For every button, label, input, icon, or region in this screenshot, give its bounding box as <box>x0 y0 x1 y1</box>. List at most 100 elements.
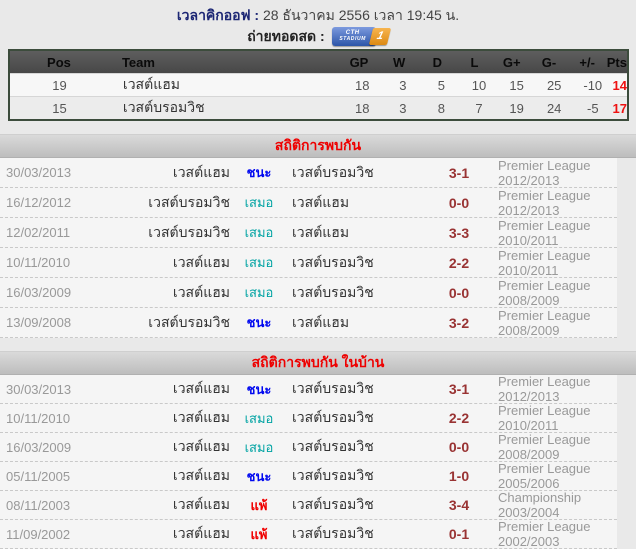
match-row: 16/03/2009 เวสต์แฮม เสมอ เวสต์บรอมวิช 0-… <box>0 278 617 308</box>
match-home-team: เวสต์แฮม <box>172 163 230 180</box>
match-result-word: แพ้ <box>250 497 268 513</box>
section-title: สถิติการพบกัน ในบ้าน <box>251 354 385 370</box>
match-home-team: เวสต์บรอมวิช <box>148 313 230 330</box>
match-away-team: เวสต์บรอมวิช <box>292 496 374 512</box>
standings-goals-for: 19 <box>509 100 524 116</box>
sections-container: สถิติการพบกัน 30/03/2013 เวสต์แฮม ชนะ เว… <box>0 134 636 549</box>
standings-row: 15 เวสต์บรอมวิช 18 3 8 7 19 24 -5 17 <box>10 96 627 119</box>
match-away-team: เวสต์บรอมวิช <box>292 409 374 425</box>
standings-body: 19 เวสต์แฮม 18 3 5 10 15 25 -10 14 15 เว… <box>10 73 627 119</box>
standings-wins: 3 <box>399 77 407 93</box>
match-date: 10/11/2010 <box>6 410 71 426</box>
match-home-team: เวสต์แฮม <box>172 380 230 396</box>
match-date: 13/09/2008 <box>6 315 72 330</box>
match-row: 13/09/2008 เวสต์บรอมวิช ชนะ เวสต์แฮม 3-2… <box>0 308 617 338</box>
standings-team-name: เวสต์บรอมวิช <box>122 99 205 115</box>
standings-losses: 10 <box>471 77 487 93</box>
match-date: 30/03/2013 <box>6 381 72 397</box>
match-row: 05/11/2005 เวสต์แฮม ชนะ เวสต์บรอมวิช 1-0… <box>0 461 617 491</box>
standings-gp: 18 <box>355 77 370 93</box>
standings-goal-diff: -10 <box>583 77 603 93</box>
match-info-header: เวลาคิกออฟ : 28 ธันวาคม 2556 เวลา 19:45 … <box>0 0 636 47</box>
match-home-team: เวสต์แฮม <box>172 253 230 270</box>
match-away-team: เวสต์บรอมวิช <box>292 253 374 270</box>
match-row: 10/11/2010 เวสต์แฮม เสมอ เวสต์บรอมวิช 2-… <box>0 403 617 433</box>
match-date: 16/03/2009 <box>6 285 72 300</box>
match-home-team: เวสต์แฮม <box>172 438 230 454</box>
standings-goals-against: 24 <box>546 100 562 116</box>
kickoff-datetime: 28 ธันวาคม 2556 เวลา 19:45 น. <box>262 7 460 23</box>
match-row: 30/03/2013 เวสต์แฮม ชนะ เวสต์บรอมวิช 3-1… <box>0 158 617 188</box>
match-league: Premier League 2012/2013 <box>498 374 591 404</box>
standings-col-header: W <box>392 54 406 70</box>
match-away-team: เวสต์แฮม <box>292 193 350 210</box>
standings-goal-diff: -5 <box>586 100 599 116</box>
standings-gp: 18 <box>355 100 370 116</box>
match-league: Premier League 2010/2011 <box>498 403 591 433</box>
match-away-team: เวสต์บรอมวิช <box>292 438 374 454</box>
match-score: 1-0 <box>448 468 470 484</box>
standings-team-name: เวสต์แฮม <box>122 76 180 92</box>
match-row: 16/03/2009 เวสต์แฮม เสมอ เวสต์บรอมวิช 0-… <box>0 432 617 462</box>
match-row: 11/09/2002 เวสต์แฮม แพ้ เวสต์บรอมวิช 0-1… <box>0 519 617 549</box>
match-away-team: เวสต์แฮม <box>292 313 350 330</box>
standings-draws: 8 <box>437 100 446 116</box>
match-date: 11/09/2002 <box>6 526 71 542</box>
match-away-team: เวสต์บรอมวิช <box>292 525 374 541</box>
match-league: Premier League 2005/2006 <box>498 461 591 491</box>
broadcast-line: ถ่ายทอดสด : CTH STADIUM 1 <box>0 25 636 47</box>
match-list: 30/03/2013 เวสต์แฮม ชนะ เวสต์บรอมวิช 3-1… <box>0 374 617 549</box>
match-away-team: เวสต์บรอมวิช <box>292 467 374 483</box>
match-result-word: ชนะ <box>246 315 272 330</box>
standings-col-header: L <box>470 54 479 70</box>
match-date: 30/03/2013 <box>6 165 72 180</box>
match-league: Premier League 2010/2011 <box>498 217 591 248</box>
section-header-band: สถิติการพบกัน <box>0 134 636 158</box>
section-header-band: สถิติการพบกัน ในบ้าน <box>0 351 636 375</box>
match-date: 08/11/2003 <box>6 497 71 513</box>
match-result-word: เสมอ <box>244 225 274 240</box>
standings-col-header: Team <box>121 54 155 70</box>
match-result-word: เสมอ <box>244 195 274 210</box>
standings-losses: 7 <box>475 100 483 116</box>
match-score: 3-2 <box>448 314 470 331</box>
match-league: Premier League 2008/2009 <box>498 432 591 462</box>
match-score: 3-1 <box>448 164 470 181</box>
standings-header-row: Pos Team GP W D L G+ G- +/- Pts <box>10 51 627 73</box>
match-date: 12/02/2011 <box>6 225 71 240</box>
match-result-word: เสมอ <box>244 410 274 426</box>
match-score: 0-0 <box>448 194 470 211</box>
standings-row: 19 เวสต์แฮม 18 3 5 10 15 25 -10 14 <box>10 73 627 96</box>
match-score: 3-3 <box>448 224 470 241</box>
match-date: 16/03/2009 <box>6 439 72 455</box>
match-date: 10/11/2010 <box>6 255 71 270</box>
standings-points: 17 <box>612 100 628 116</box>
match-list: 30/03/2013 เวสต์แฮม ชนะ เวสต์บรอมวิช 3-1… <box>0 158 617 338</box>
standings-pos: 15 <box>52 100 67 116</box>
match-home-team: เวสต์แฮม <box>172 496 230 512</box>
match-row: 08/11/2003 เวสต์แฮม แพ้ เวสต์บรอมวิช 3-4… <box>0 490 617 520</box>
standings-col-header: Pts <box>606 54 627 70</box>
match-result-word: เสมอ <box>244 285 274 300</box>
standings-col-header: G- <box>541 54 557 70</box>
match-away-team: เวสต์แฮม <box>292 223 350 240</box>
standings-goals-against: 25 <box>546 77 562 93</box>
standings-goals-for: 15 <box>509 77 524 93</box>
match-result-word: เสมอ <box>244 439 274 455</box>
match-result-word: เสมอ <box>244 255 274 270</box>
match-result-word: ชนะ <box>246 381 272 397</box>
standings-pos: 19 <box>52 77 67 93</box>
badge-channel-number: 1 <box>368 27 391 45</box>
match-home-team: เวสต์แฮม <box>172 409 230 425</box>
kickoff-line: เวลาคิกออฟ : 28 ธันวาคม 2556 เวลา 19:45 … <box>0 6 636 24</box>
kickoff-label: เวลาคิกออฟ : <box>176 7 260 23</box>
match-result-word: ชนะ <box>246 165 272 180</box>
section-title: สถิติการพบกัน <box>274 137 362 153</box>
match-score: 2-2 <box>448 254 470 271</box>
match-league: Championship 2003/2004 <box>498 490 582 520</box>
match-league: Premier League 2012/2013 <box>498 157 591 188</box>
h2h-section: สถิติการพบกัน ในบ้าน 30/03/2013 เวสต์แฮม… <box>0 351 636 549</box>
match-home-team: เวสต์แฮม <box>172 467 230 483</box>
match-home-team: เวสต์แฮม <box>172 525 230 541</box>
match-date: 16/12/2012 <box>6 195 72 210</box>
